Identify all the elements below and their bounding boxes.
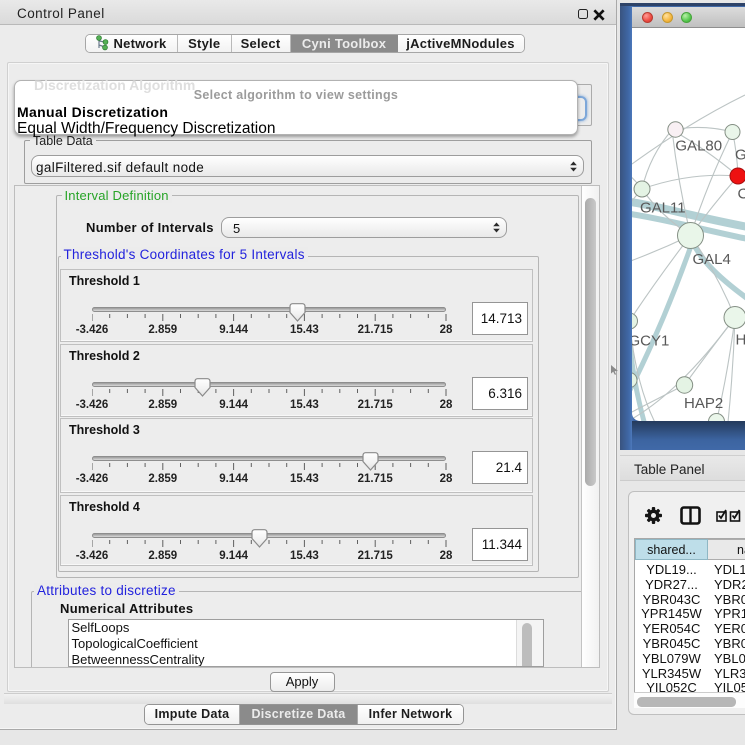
svg-text:GCY1: GCY1 xyxy=(632,333,669,350)
svg-text:GAL4: GAL4 xyxy=(693,251,731,268)
svg-text:H: H xyxy=(736,332,745,349)
svg-text:CY: CY xyxy=(738,186,745,203)
svg-text:GA: GA xyxy=(735,147,745,164)
svg-text:GAL11: GAL11 xyxy=(640,200,686,217)
svg-text:HAP2: HAP2 xyxy=(684,395,723,412)
svg-text:GAL80: GAL80 xyxy=(675,138,722,155)
